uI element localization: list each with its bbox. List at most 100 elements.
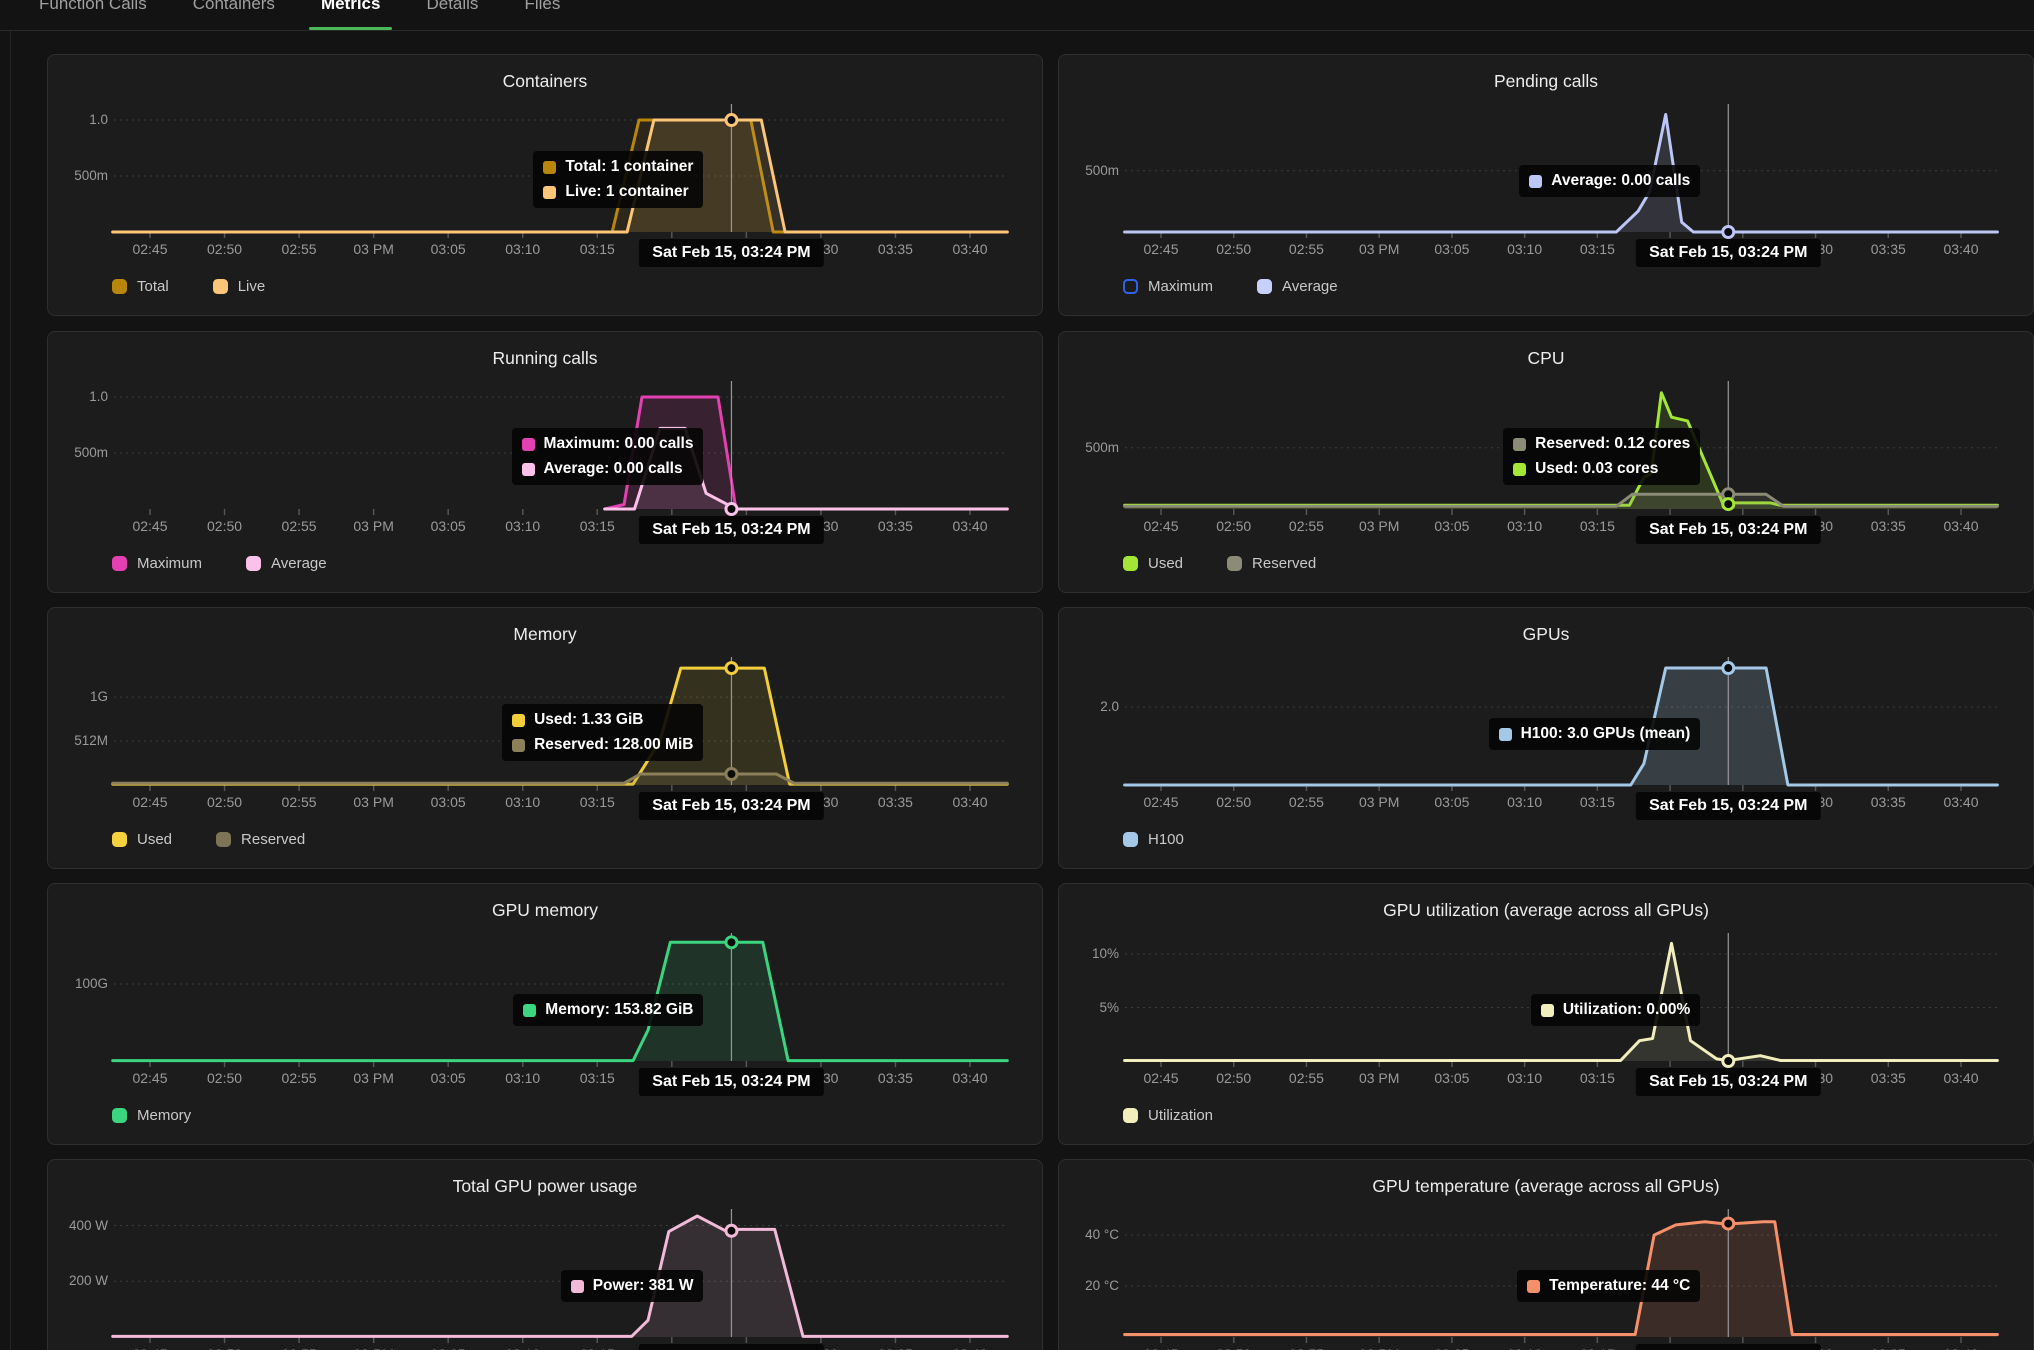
legend-item-memory[interactable]: Memory <box>112 1107 191 1124</box>
x-axis-label: 03:35 <box>1856 518 1920 534</box>
legend-swatch <box>1257 279 1272 294</box>
x-axis-label: 03:40 <box>938 1346 1002 1350</box>
tab-details[interactable]: Details <box>414 0 490 30</box>
chart-plot-gpu-power[interactable] <box>48 1206 1044 1346</box>
x-axis-label: 03:40 <box>1929 1346 1993 1350</box>
x-axis-label: 03:10 <box>491 1346 555 1350</box>
tab-function-calls[interactable]: Function Calls <box>27 0 159 30</box>
legend-item-maximum[interactable]: Maximum <box>112 555 202 572</box>
hover-marker-reserved <box>726 769 737 780</box>
tooltip-swatch <box>1513 463 1526 476</box>
x-axis-label: 02:50 <box>1202 1070 1266 1086</box>
legend-item-reserved[interactable]: Reserved <box>1227 555 1316 572</box>
chart-title-gpu-temperature: GPU temperature (average across all GPUs… <box>1059 1176 2033 1197</box>
hover-tooltip: Maximum: 0.00 callsAverage: 0.00 calls <box>512 428 704 485</box>
legend-swatch <box>112 279 127 294</box>
tooltip-row: Memory: 153.82 GiB <box>523 1001 693 1019</box>
legend-item-total[interactable]: Total <box>112 278 169 295</box>
chart-title-cpu: CPU <box>1059 348 2033 369</box>
x-axis-label: 02:45 <box>118 518 182 534</box>
tooltip-swatch <box>543 161 556 174</box>
x-axis-label: 02:50 <box>1202 241 1266 257</box>
legend-item-average[interactable]: Average <box>246 555 327 572</box>
x-axis-label: 03 PM <box>342 794 406 810</box>
tab-metrics[interactable]: Metrics <box>309 0 393 30</box>
x-axis-label: 03:15 <box>1565 518 1629 534</box>
tooltip-text: Power: 381 W <box>593 1277 694 1295</box>
x-axis-label: 03 PM <box>1347 1346 1411 1350</box>
x-axis-label: 02:45 <box>1129 1346 1193 1350</box>
x-axis-label: 02:50 <box>1202 518 1266 534</box>
x-axis-label: 03:10 <box>491 241 555 257</box>
legend-label: Live <box>238 278 266 295</box>
legend-label: Reserved <box>241 831 305 848</box>
x-axis-label: 03:15 <box>565 241 629 257</box>
tooltip-swatch <box>512 714 525 727</box>
x-axis-label: 03:40 <box>1929 1070 1993 1086</box>
legend-label: Utilization <box>1148 1107 1213 1124</box>
x-axis-label: 02:50 <box>193 1346 257 1350</box>
legend-item-live[interactable]: Live <box>213 278 266 295</box>
x-axis-label: 02:45 <box>1129 241 1193 257</box>
hover-tooltip: Power: 381 W <box>561 1270 704 1302</box>
x-axis-label: 02:50 <box>193 241 257 257</box>
x-axis-label: 03:15 <box>565 518 629 534</box>
chart-title-memory: Memory <box>48 624 1042 645</box>
x-axis-label: 02:45 <box>1129 518 1193 534</box>
legend-swatch <box>213 279 228 294</box>
x-axis-label: 02:50 <box>193 1070 257 1086</box>
hover-marker-average <box>1723 227 1734 238</box>
chart-title-gpu-power: Total GPU power usage <box>48 1176 1042 1197</box>
x-axis-label: 02:55 <box>267 1070 331 1086</box>
legend-item-maximum[interactable]: Maximum <box>1123 278 1213 295</box>
x-axis-label: 02:55 <box>1274 1346 1338 1350</box>
legend-label: Total <box>137 278 169 295</box>
legend-item-h100[interactable]: H100 <box>1123 831 1184 848</box>
tab-files[interactable]: Files <box>512 0 572 30</box>
x-axis-label: 03:35 <box>863 241 927 257</box>
tab-label: Function Calls <box>39 0 147 15</box>
tooltip-row: Maximum: 0.00 calls <box>522 435 694 453</box>
x-axis-label: 03:10 <box>1493 241 1557 257</box>
legend-item-utilization[interactable]: Utilization <box>1123 1107 1213 1124</box>
chart-legend: Memory <box>112 1107 191 1124</box>
hover-tooltip: Utilization: 0.00% <box>1531 994 1700 1026</box>
legend-swatch <box>246 556 261 571</box>
tooltip-swatch <box>522 438 535 451</box>
tooltip-row: Live: 1 container <box>543 183 693 201</box>
x-axis-label: 03:15 <box>1565 794 1629 810</box>
x-axis-label: 03:05 <box>416 1346 480 1350</box>
time-tooltip: Sat Feb 15, 03:24 PM <box>1636 516 1820 544</box>
hover-marker-live <box>726 115 737 126</box>
tooltip-swatch <box>522 463 535 476</box>
chart-legend: Maximum Average <box>1123 278 1338 295</box>
x-axis-label: 03:15 <box>565 794 629 810</box>
x-axis-label: 03:35 <box>1856 1070 1920 1086</box>
legend-item-used[interactable]: Used <box>1123 555 1183 572</box>
x-axis-label: 03:35 <box>863 1346 927 1350</box>
x-axis-label: 02:50 <box>193 518 257 534</box>
hover-marker-utilization <box>1723 1056 1734 1067</box>
tooltip-row: Used: 0.03 cores <box>1513 460 1690 478</box>
time-tooltip: Sat Feb 15, 03:24 PM <box>1636 792 1820 820</box>
x-axis-label: 02:50 <box>1202 1346 1266 1350</box>
hover-tooltip: Memory: 153.82 GiB <box>513 994 703 1026</box>
hover-tooltip: Temperature: 44 °C <box>1517 1270 1700 1302</box>
tab-containers[interactable]: Containers <box>181 0 287 30</box>
x-axis-label: 03:15 <box>1565 1070 1629 1086</box>
legend-item-used[interactable]: Used <box>112 831 172 848</box>
x-axis-label: 02:55 <box>267 241 331 257</box>
legend-item-average[interactable]: Average <box>1257 278 1338 295</box>
x-axis-label: 02:45 <box>1129 1070 1193 1086</box>
x-axis-label: 03:05 <box>416 794 480 810</box>
x-axis-label: 03 PM <box>342 1070 406 1086</box>
tooltip-row: Utilization: 0.00% <box>1541 1001 1690 1019</box>
x-axis-label: 03 PM <box>1347 1070 1411 1086</box>
chart-card-gpu-utilization: GPU utilization (average across all GPUs… <box>1058 883 2034 1145</box>
legend-swatch <box>216 832 231 847</box>
time-tooltip: Sat Feb 15, 03:24 PM <box>1636 1344 1820 1350</box>
tab-bar: Function Calls Containers Metrics Details Fi… <box>0 0 2034 31</box>
legend-item-reserved[interactable]: Reserved <box>216 831 305 848</box>
x-axis-label: 02:55 <box>1274 794 1338 810</box>
legend-label: H100 <box>1148 831 1184 848</box>
